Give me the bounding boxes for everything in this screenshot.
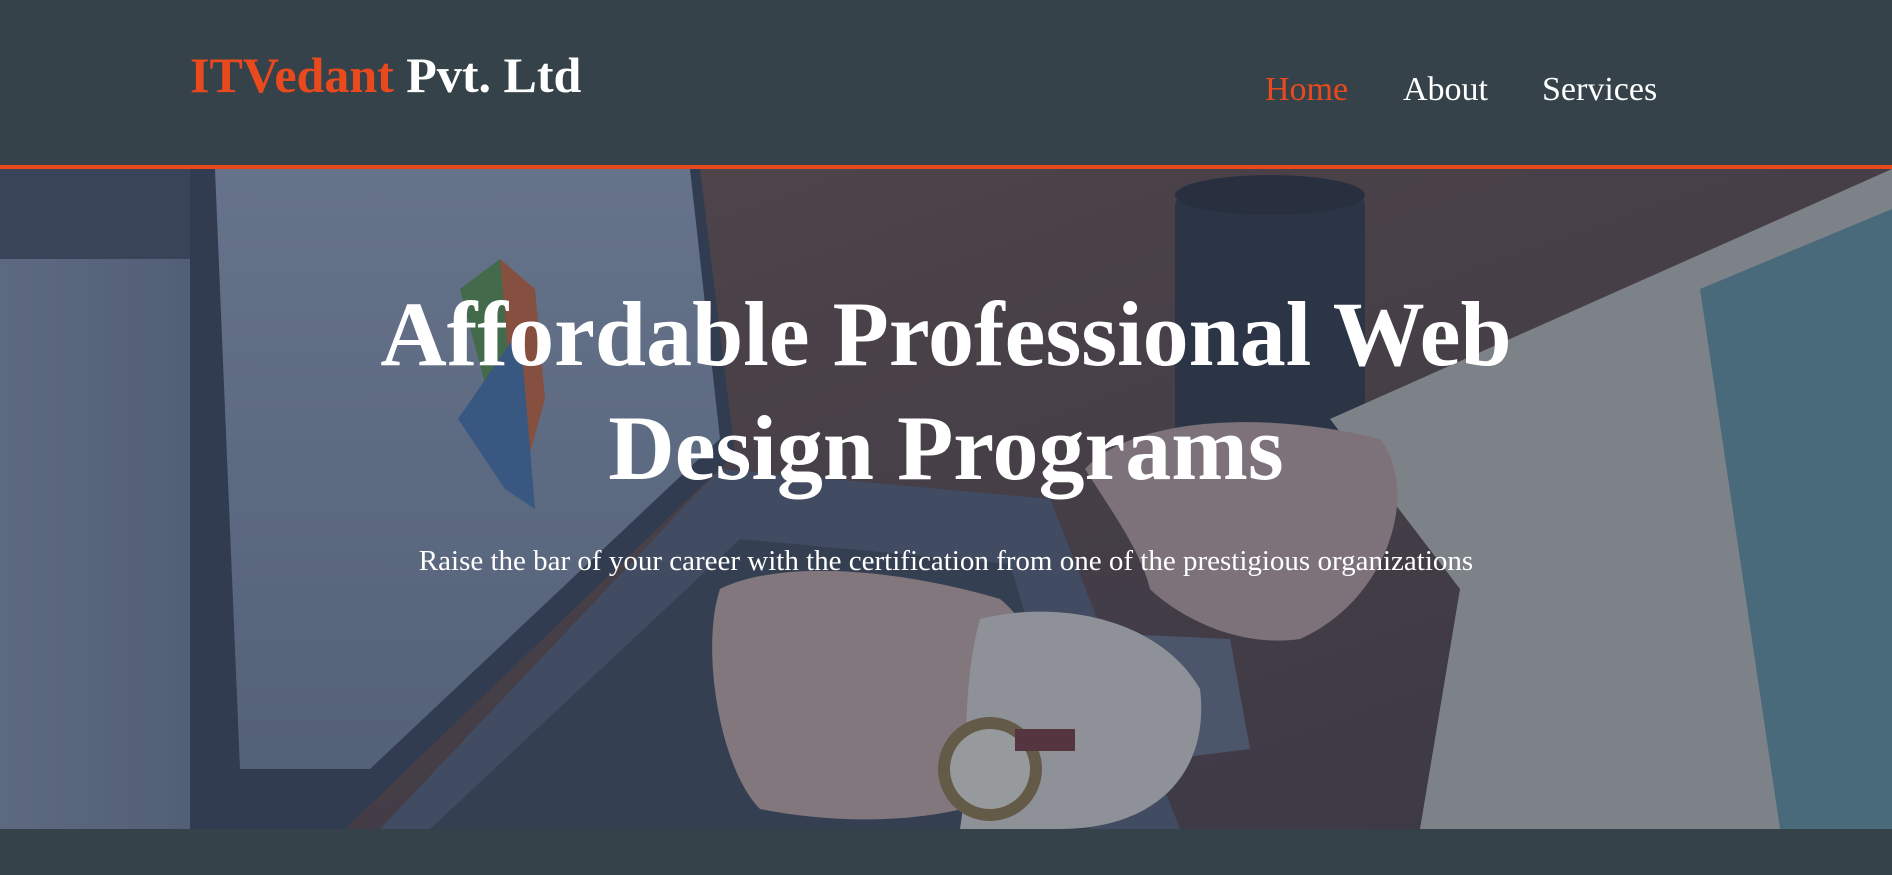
hero-subtitle: Raise the bar of your career with the ce… bbox=[418, 545, 1474, 577]
site-header: ITVedant Pvt. Ltd Home About Services bbox=[0, 0, 1892, 165]
nav-link-home[interactable]: Home bbox=[1265, 70, 1348, 110]
nav-link-services[interactable]: Services bbox=[1542, 70, 1657, 110]
page: ITVedant Pvt. Ltd Home About Services Af… bbox=[0, 0, 1892, 875]
main-nav: Home About Services bbox=[0, 70, 1892, 110]
newsletter-strip bbox=[0, 829, 1892, 875]
hero-showcase: Affordable Professional Web Design Progr… bbox=[0, 169, 1892, 829]
hero-title: Affordable Professional Web Design Progr… bbox=[380, 283, 1512, 499]
nav-link-about[interactable]: About bbox=[1403, 70, 1488, 110]
